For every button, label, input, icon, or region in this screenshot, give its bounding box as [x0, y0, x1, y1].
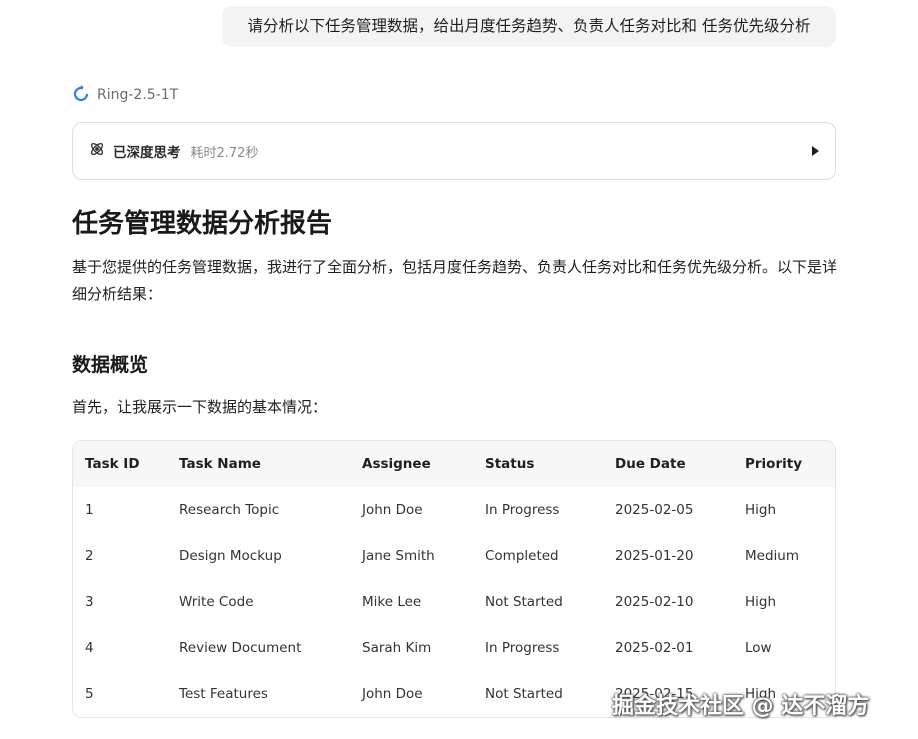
ring-logo-icon — [72, 84, 90, 106]
model-name: Ring-2.5-1T — [97, 87, 179, 103]
thinking-label: 已深度思考 — [113, 145, 181, 161]
cell-assignee: John Doe — [362, 686, 423, 702]
model-header: Ring-2.5-1T — [72, 84, 178, 106]
watermark-text: 掘金技术社区 @ 达不溜方 — [612, 694, 870, 719]
table-row: 1 Research Topic John Doe In Progress 20… — [73, 487, 835, 533]
cell-task-id: 4 — [85, 640, 94, 656]
cell-task-name: Design Mockup — [179, 548, 282, 564]
cell-assignee: Jane Smith — [362, 548, 435, 564]
report-intro: 基于您提供的任务管理数据，我进行了全面分析，包括月度任务趋势、负责人任务对比和任… — [72, 258, 838, 303]
cell-due-date: 2025-02-10 — [615, 594, 694, 610]
cell-assignee: John Doe — [362, 502, 423, 518]
thinking-time: 耗时2.72秒 — [190, 145, 259, 161]
cell-task-id: 5 — [85, 686, 94, 702]
table-row: 3 Write Code Mike Lee Not Started 2025-0… — [73, 579, 835, 625]
cell-due-date: 2025-01-20 — [615, 548, 694, 564]
table-header-row: Task ID Task Name Assignee Status Due Da… — [73, 441, 835, 487]
cell-priority: High — [745, 594, 777, 610]
header-status: Status — [485, 456, 535, 472]
table-row: 2 Design Mockup Jane Smith Completed 202… — [73, 533, 835, 579]
cell-task-name: Review Document — [179, 640, 302, 656]
cell-priority: Low — [745, 640, 772, 656]
cell-task-name: Write Code — [179, 594, 254, 610]
header-assignee: Assignee — [362, 456, 431, 472]
header-priority: Priority — [745, 456, 802, 472]
section-title: 数据概览 — [72, 354, 149, 376]
header-due-date: Due Date — [615, 456, 686, 472]
user-message-bubble: 请分析以下任务管理数据，给出月度任务趋势、负责人任务对比和 任务优先级分析 — [222, 6, 836, 47]
cell-assignee: Mike Lee — [362, 594, 422, 610]
cell-priority: Medium — [745, 548, 799, 564]
cell-status: Not Started — [485, 686, 563, 702]
cell-status: Completed — [485, 548, 559, 564]
cell-status: Not Started — [485, 594, 563, 610]
cell-due-date: 2025-02-05 — [615, 502, 694, 518]
section-text: 首先，让我展示一下数据的基本情况： — [72, 398, 328, 416]
cell-priority: High — [745, 502, 777, 518]
cell-task-name: Test Features — [179, 686, 268, 702]
cell-task-id: 3 — [85, 594, 94, 610]
header-task-id: Task ID — [85, 456, 140, 472]
header-task-name: Task Name — [179, 456, 261, 472]
cell-status: In Progress — [485, 640, 560, 656]
caret-right-icon[interactable] — [812, 146, 819, 156]
atom-icon — [89, 141, 105, 161]
task-table: Task ID Task Name Assignee Status Due Da… — [72, 440, 836, 718]
user-message-text: 请分析以下任务管理数据，给出月度任务趋势、负责人任务对比和 任务优先级分析 — [247, 17, 811, 35]
table-row: 4 Review Document Sarah Kim In Progress … — [73, 625, 835, 671]
cell-task-id: 2 — [85, 548, 94, 564]
cell-status: In Progress — [485, 502, 560, 518]
cell-task-id: 1 — [85, 502, 94, 518]
thinking-toggle[interactable]: 已深度思考 耗时2.72秒 — [72, 122, 836, 180]
cell-task-name: Research Topic — [179, 502, 280, 518]
cell-due-date: 2025-02-01 — [615, 640, 694, 656]
cell-assignee: Sarah Kim — [362, 640, 432, 656]
report-title: 任务管理数据分析报告 — [72, 209, 333, 239]
